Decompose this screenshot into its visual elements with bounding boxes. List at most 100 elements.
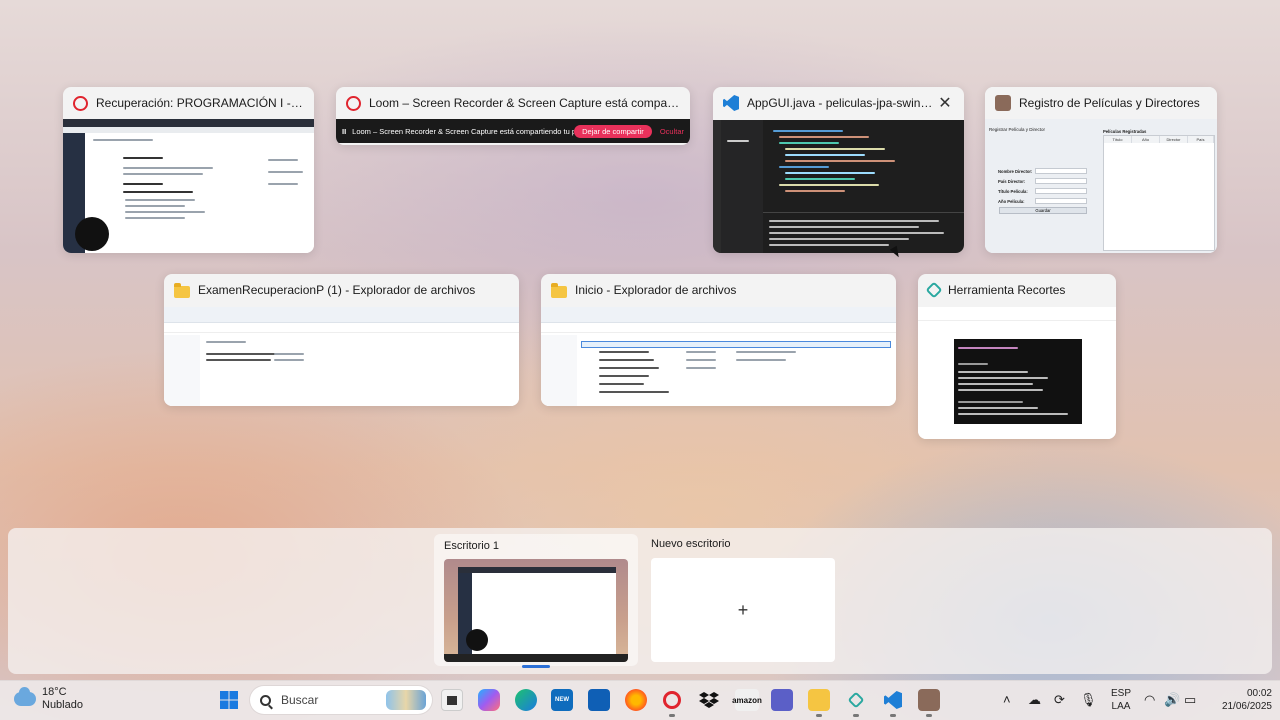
hide-button[interactable]: Ocultar <box>660 127 684 136</box>
window-explorer-examen[interactable]: ExamenRecuperacionP (1) - Explorador de … <box>164 274 519 406</box>
cloud-icon <box>14 687 36 706</box>
java-icon <box>995 95 1011 111</box>
titulo-input[interactable] <box>1035 188 1087 194</box>
window-loom[interactable]: Loom – Screen Recorder & Screen Capture … <box>336 87 690 145</box>
window-title: Loom – Screen Recorder & Screen Capture … <box>369 96 680 110</box>
store-icon[interactable] <box>588 689 610 711</box>
folder-icon <box>174 282 190 298</box>
window-registro[interactable]: Registro de Películas y Directores Regis… <box>985 87 1217 253</box>
clock[interactable]: 00:02 21/06/2025 <box>1206 687 1272 713</box>
window-header: Registro de Películas y Directores <box>985 87 1217 119</box>
opera-icon <box>73 95 88 111</box>
window-thumbnail <box>713 120 964 253</box>
label-anio: Año Película: <box>998 199 1025 204</box>
active-desktop-indicator <box>522 665 550 668</box>
column-header: País <box>1188 136 1214 143</box>
refresh-icon[interactable]: ⟳ <box>1054 692 1065 708</box>
loom-share-bar: II Loom – Screen Recorder & Screen Captu… <box>336 119 690 143</box>
edge-icon[interactable] <box>515 689 537 711</box>
opera-icon <box>346 95 361 111</box>
pais-input[interactable] <box>1035 178 1087 184</box>
stop-sharing-button[interactable]: Dejar de compartir <box>574 124 652 138</box>
window-title: Registro de Películas y Directores <box>1019 96 1200 110</box>
label-pais: País Director: <box>998 179 1026 184</box>
window-recuperacion[interactable]: Recuperación: PROGRAMACIÓN I - 12025-45.… <box>63 87 314 253</box>
firefox-icon[interactable] <box>625 689 647 711</box>
window-thumbnail: Registrar Película y Director Nombre Dir… <box>985 119 1217 253</box>
desktop-1-thumbnail[interactable] <box>444 559 628 662</box>
window-thumbnail <box>63 119 314 253</box>
wifi-icon[interactable]: ◠ <box>1144 692 1155 708</box>
window-snipping-tool[interactable]: Herramienta Recortes <box>918 274 1116 439</box>
opera-taskbar-icon[interactable] <box>661 689 683 711</box>
virtual-desktops-bar <box>8 528 1272 674</box>
plus-icon: + <box>737 599 749 620</box>
column-header: Año <box>1132 136 1160 143</box>
task-view-icon[interactable] <box>441 689 463 711</box>
amazon-label: amazon <box>732 695 762 705</box>
amazon-icon[interactable]: amazon <box>732 689 762 711</box>
weather-desc: Nublado <box>42 699 83 711</box>
teams-icon[interactable] <box>771 689 793 711</box>
window-header: Herramienta Recortes <box>918 274 1116 306</box>
window-vscode[interactable]: AppGUI.java - peliculas-jpa-swing - Vi..… <box>713 87 964 253</box>
pause-icon: II <box>342 126 347 136</box>
save-button[interactable]: Guardar <box>999 207 1087 214</box>
window-header: Inicio - Explorador de archivos <box>541 274 896 306</box>
language-indicator[interactable]: ESP LAA <box>1108 687 1134 713</box>
window-thumbnail <box>164 307 519 406</box>
form-title: Registrar Película y Director <box>989 127 1046 132</box>
label-director: Nombre Director: <box>998 169 1033 174</box>
running-indicator <box>853 714 859 717</box>
java-taskbar-icon[interactable] <box>918 689 940 711</box>
search-icon <box>260 694 271 706</box>
window-title: AppGUI.java - peliculas-jpa-swing - Vi..… <box>747 96 936 110</box>
desktop-1-label: Escritorio 1 <box>444 540 500 552</box>
window-title: Recuperación: PROGRAMACIÓN I - 12025-45.… <box>96 96 304 110</box>
dropbox-icon[interactable] <box>698 689 720 711</box>
folder-icon <box>551 282 567 298</box>
close-icon[interactable]: ✕ <box>936 93 954 113</box>
weather-widget[interactable]: 18°C Nublado <box>14 686 83 712</box>
windows-start-icon[interactable] <box>218 689 240 711</box>
window-header: Loom – Screen Recorder & Screen Capture … <box>336 87 690 119</box>
window-header: ExamenRecuperacionP (1) - Explorador de … <box>164 274 519 306</box>
microphone-icon[interactable]: 🎙 <box>1080 692 1097 708</box>
column-header: Título <box>1104 136 1132 143</box>
volume-icon[interactable]: 🔊 <box>1164 692 1180 708</box>
label-titulo: Título Película: <box>998 189 1028 194</box>
language-code: ESP <box>1110 688 1131 699</box>
vscode-taskbar-icon[interactable] <box>882 689 904 711</box>
window-header: Recuperación: PROGRAMACIÓN I - 12025-45.… <box>63 87 314 119</box>
search-highlight-icon <box>386 690 426 710</box>
battery-icon[interactable]: ▭ <box>1184 692 1196 708</box>
clock-time: 00:02 <box>1246 688 1272 699</box>
chevron-up-icon[interactable]: ˄ <box>1003 692 1011 707</box>
snipping-tool-icon <box>925 281 943 299</box>
window-title: Herramienta Recortes <box>948 283 1066 297</box>
director-input[interactable] <box>1035 168 1087 174</box>
new-desktop-label: Nuevo escritorio <box>651 538 731 550</box>
movies-table: Título Año Director País <box>1103 135 1215 251</box>
anio-input[interactable] <box>1035 198 1087 204</box>
window-title: Inicio - Explorador de archivos <box>575 283 737 297</box>
layout-code: LAA <box>1111 701 1131 712</box>
outlook-icon[interactable]: NEW <box>551 689 573 711</box>
search-input[interactable]: Buscar <box>250 686 432 714</box>
column-header: Director <box>1160 136 1188 143</box>
window-explorer-inicio[interactable]: Inicio - Explorador de archivos <box>541 274 896 406</box>
search-placeholder: Buscar <box>281 693 319 707</box>
weather-temp: 18°C <box>42 686 67 698</box>
running-indicator <box>890 714 896 717</box>
window-title: ExamenRecuperacionP (1) - Explorador de … <box>198 283 476 297</box>
table-title: Películas Registradas <box>1103 129 1147 134</box>
cloud-sync-icon[interactable]: ☁ <box>1028 692 1041 708</box>
window-thumbnail <box>918 307 1116 439</box>
snipping-taskbar-icon[interactable] <box>845 689 867 711</box>
running-indicator <box>926 714 932 717</box>
new-desktop-button[interactable]: + <box>651 558 835 662</box>
copilot-icon[interactable] <box>478 689 500 711</box>
file-explorer-icon[interactable] <box>808 689 830 711</box>
outlook-new-badge: NEW <box>555 697 569 703</box>
running-indicator <box>816 714 822 717</box>
